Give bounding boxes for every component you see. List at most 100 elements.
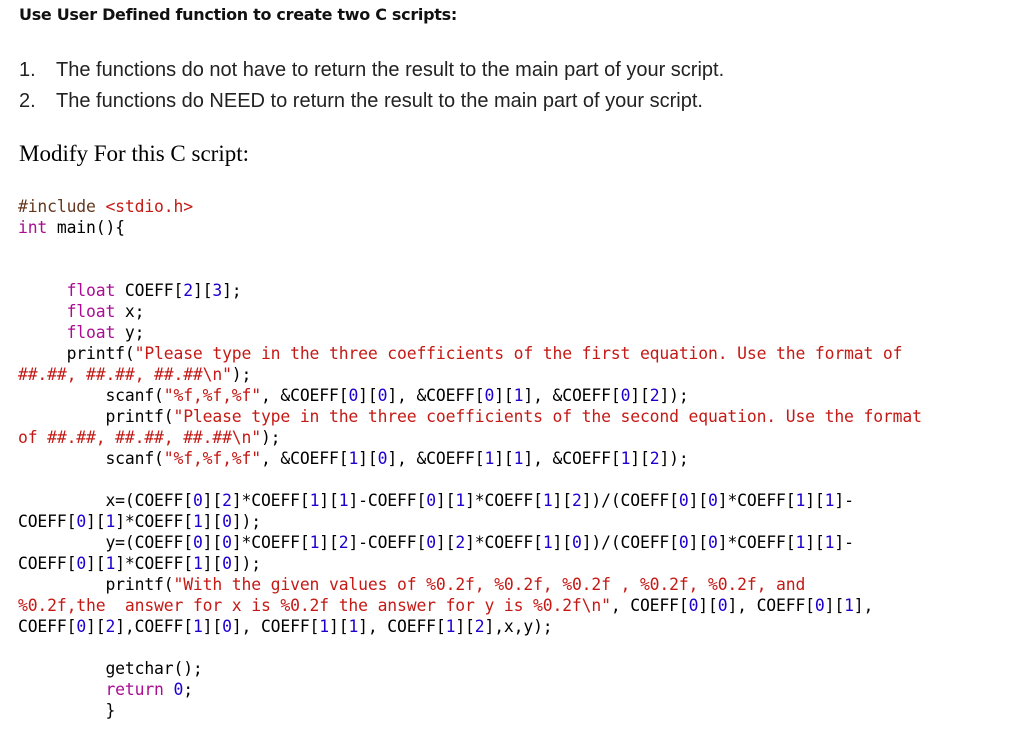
code-text: ])/(COEFF[ (581, 533, 679, 552)
code-text: ]-COEFF[ (348, 491, 427, 510)
code-string: "%f,%f,%f" (163, 449, 261, 468)
code-number: 2 (338, 533, 349, 552)
code-text: ][ (319, 491, 339, 510)
code-line: #include <stdio.h> (18, 196, 922, 217)
code-line: getchar(); (18, 658, 922, 679)
code-string: "With the given values of %0.2f, %0.2f, … (173, 575, 806, 594)
list-item: 1. The functions do not have to return th… (19, 57, 724, 88)
code-number: 0 (814, 596, 825, 615)
code-keyword: int (18, 218, 48, 237)
code-number: 1 (319, 617, 329, 636)
code-text: ][ (698, 596, 718, 615)
code-number: 1 (542, 491, 553, 510)
code-text: ][ (86, 554, 106, 573)
code-text: ]- (834, 533, 854, 552)
code-text: ], &COEFF[ (387, 386, 485, 405)
code-text: ][ (494, 449, 514, 468)
code-line: int main(){ (18, 217, 922, 238)
code-text: ][ (805, 533, 825, 552)
code-text: ]*COEFF[ (465, 491, 543, 510)
code-block: #include <stdio.h> int main(){ float COEF… (18, 196, 922, 721)
code-text: scanf( (18, 386, 164, 405)
requirements-list: 1. The functions do not have to return th… (19, 57, 724, 119)
code-number: 1 (192, 512, 203, 531)
code-string: %0.2f,the answer for x is %0.2f the answ… (18, 596, 611, 615)
code-number: 0 (708, 533, 718, 552)
code-line: float y; (18, 322, 922, 343)
code-line: float COEFF[2][3]; (18, 280, 922, 301)
code-text: ],x,y); (484, 617, 553, 636)
code-text: ], COEFF[ (358, 617, 446, 636)
code-text: ])/(COEFF[ (581, 491, 679, 510)
code-text: COEFF[ (115, 281, 184, 300)
section-subheading: Modify For this C script: (19, 141, 250, 166)
code-text: getchar(); (18, 659, 203, 678)
code-number: 0 (76, 512, 87, 531)
code-text: ], &COEFF[ (523, 386, 621, 405)
code-number: 0 (678, 533, 689, 552)
code-number: 0 (377, 449, 388, 468)
code-number: 2 (105, 617, 116, 636)
code-text: COEFF[ (18, 512, 77, 531)
code-text: ][ (805, 491, 825, 510)
code-number: 1 (513, 449, 524, 468)
code-number: 2 (649, 386, 660, 405)
code-string: "Please type in the three coefficients o… (173, 407, 922, 426)
code-line: x=(COEFF[0][2]*COEFF[1][1]-COEFF[0][1]*C… (18, 490, 922, 511)
code-number: 0 (192, 491, 203, 510)
code-number: 1 (795, 533, 806, 552)
question-heading: Use User Defined function to create two … (19, 5, 457, 24)
code-text: COEFF[ (18, 617, 77, 636)
code-text: ], COEFF[ (727, 596, 815, 615)
code-keyword: float (66, 281, 116, 300)
code-number: 1 (105, 554, 116, 573)
code-number: 2 (571, 491, 582, 510)
code-line: scanf("%f,%f,%f", &COEFF[1][0], &COEFF[1… (18, 448, 922, 469)
code-text: ][ (455, 617, 475, 636)
code-number: 0 (678, 491, 689, 510)
code-text: , &COEFF[ (260, 449, 349, 468)
code-text: ],COEFF[ (115, 617, 193, 636)
code-number: 2 (649, 449, 660, 468)
code-text: ]); (231, 512, 261, 531)
code-text: ][ (329, 617, 349, 636)
code-text: ][ (552, 533, 573, 552)
code-text: printf( (18, 575, 174, 594)
code-number: 0 (717, 596, 728, 615)
code-text: ][ (86, 512, 106, 531)
code-number: 1 (192, 617, 203, 636)
code-preprocessor: #include (18, 197, 106, 216)
code-number: 2 (183, 281, 193, 300)
code-text: , COEFF[ (610, 596, 689, 615)
code-text: x; (115, 302, 145, 321)
code-line: printf("With the given values of %0.2f, … (18, 574, 922, 595)
code-text: ]; (222, 281, 242, 300)
code-text: ]); (659, 449, 689, 468)
code-number: 0 (426, 491, 436, 510)
code-number: 1 (795, 491, 806, 510)
code-keyword: return (105, 680, 164, 699)
code-text: } (18, 701, 116, 720)
code-number: 0 (377, 386, 388, 405)
code-text: ][ (319, 533, 339, 552)
code-string: of ##.##, ##.##, ##.##\n" (18, 428, 261, 447)
code-text: ]*COEFF[ (231, 533, 310, 552)
code-text: ]*COEFF[ (717, 533, 796, 552)
code-text: ]-COEFF[ (348, 533, 427, 552)
code-number: 1 (309, 533, 320, 552)
code-text: ][ (202, 512, 223, 531)
code-text: ][ (630, 449, 650, 468)
code-number: 0 (222, 512, 232, 531)
code-number: 1 (620, 449, 631, 468)
code-text: ], COEFF[ (231, 617, 320, 636)
code-text: ][ (494, 386, 514, 405)
code-text: ][ (688, 533, 709, 552)
code-text: ][ (202, 617, 223, 636)
code-line: float x; (18, 301, 922, 322)
